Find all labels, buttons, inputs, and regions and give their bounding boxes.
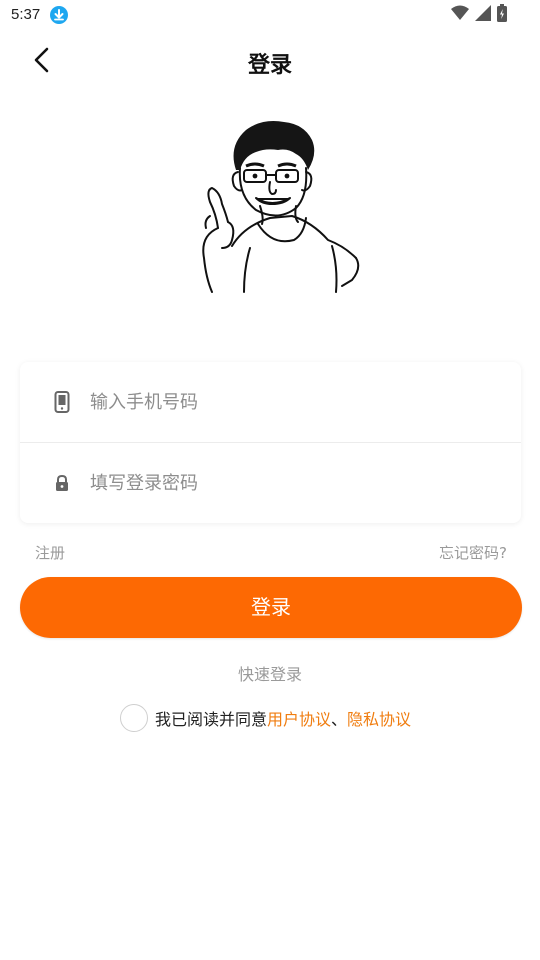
agreement-checkbox[interactable] [120,704,148,732]
password-row [20,443,521,523]
lock-icon [52,472,72,494]
header: 登录 [0,30,540,92]
privacy-agreement-link[interactable]: 隐私协议 [347,706,411,730]
status-time: 5:37 [11,6,41,23]
agreement-prefix: 我已阅读并同意 [155,710,268,729]
forgot-password-link[interactable]: 忘记密码? [439,542,507,563]
agreement-separator: 、 [331,710,348,729]
phone-row [20,362,521,443]
cartoon-avatar-icon [192,118,362,294]
login-form-card [20,362,521,523]
download-icon [50,6,68,24]
battery-icon [497,4,507,26]
password-input[interactable] [88,471,472,495]
wifi-icon [451,5,469,25]
status-icons [451,4,507,26]
phone-input[interactable] [88,390,472,414]
phone-icon [52,391,72,413]
user-agreement-link[interactable]: 用户协议 [267,706,331,730]
quick-login-link[interactable]: 快速登录 [0,661,540,685]
page-title: 登录 [247,53,292,78]
register-link[interactable]: 注册 [35,542,65,563]
cell-signal-icon [475,5,491,25]
status-bar: 5:37 [0,0,540,30]
agreement-row: 我已阅读并同意 用户协议 、 隐私协议 [120,703,411,733]
login-button[interactable]: 登录 [20,577,522,638]
